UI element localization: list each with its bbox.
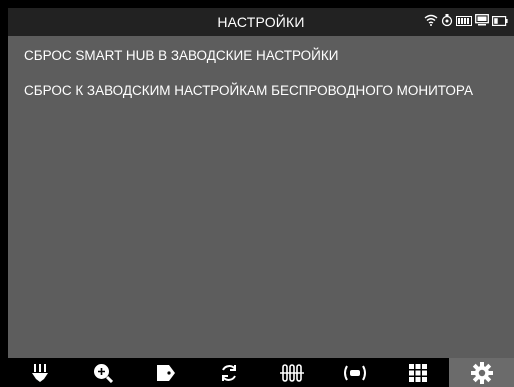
wireless-sensor-icon xyxy=(342,363,368,383)
status-bar xyxy=(424,13,508,32)
settings-gear-icon xyxy=(470,361,493,384)
tab-grid[interactable] xyxy=(386,358,449,387)
monitor-icon xyxy=(475,13,489,31)
tag-icon xyxy=(156,364,176,382)
settings-screen: НАСТРОЙКИ СБРОС SMART HUB В ЗАВОДСКИЕ НА… xyxy=(8,8,514,387)
tamper-icon xyxy=(441,13,453,32)
reset-wireless-monitor-item[interactable]: СБРОС К ЗАВОДСКИМ НАСТРОЙКАМ БЕСПРОВОДНО… xyxy=(24,83,473,98)
tab-settings[interactable] xyxy=(449,358,514,387)
wifi-icon xyxy=(424,13,438,31)
signal-strength-icon xyxy=(456,13,472,31)
tab-wireless-sensor[interactable] xyxy=(323,358,386,387)
reset-smart-hub-item[interactable]: СБРОС SMART HUB В ЗАВОДСКИЕ НАСТРОЙКИ xyxy=(24,48,338,63)
battery-icon xyxy=(492,13,508,31)
zoom-in-icon xyxy=(93,363,113,383)
bottom-toolbar xyxy=(8,358,514,387)
title-bar: НАСТРОЙКИ xyxy=(8,8,514,36)
refresh-icon xyxy=(219,363,239,383)
tab-tag[interactable] xyxy=(134,358,197,387)
grid-icon xyxy=(408,363,428,383)
tab-refresh[interactable] xyxy=(197,358,260,387)
thermometers-icon xyxy=(279,363,305,383)
tab-thermometers[interactable] xyxy=(260,358,323,387)
plant-stake-icon xyxy=(31,363,49,383)
tab-zoom[interactable] xyxy=(71,358,134,387)
tab-plant-stake[interactable] xyxy=(8,358,71,387)
